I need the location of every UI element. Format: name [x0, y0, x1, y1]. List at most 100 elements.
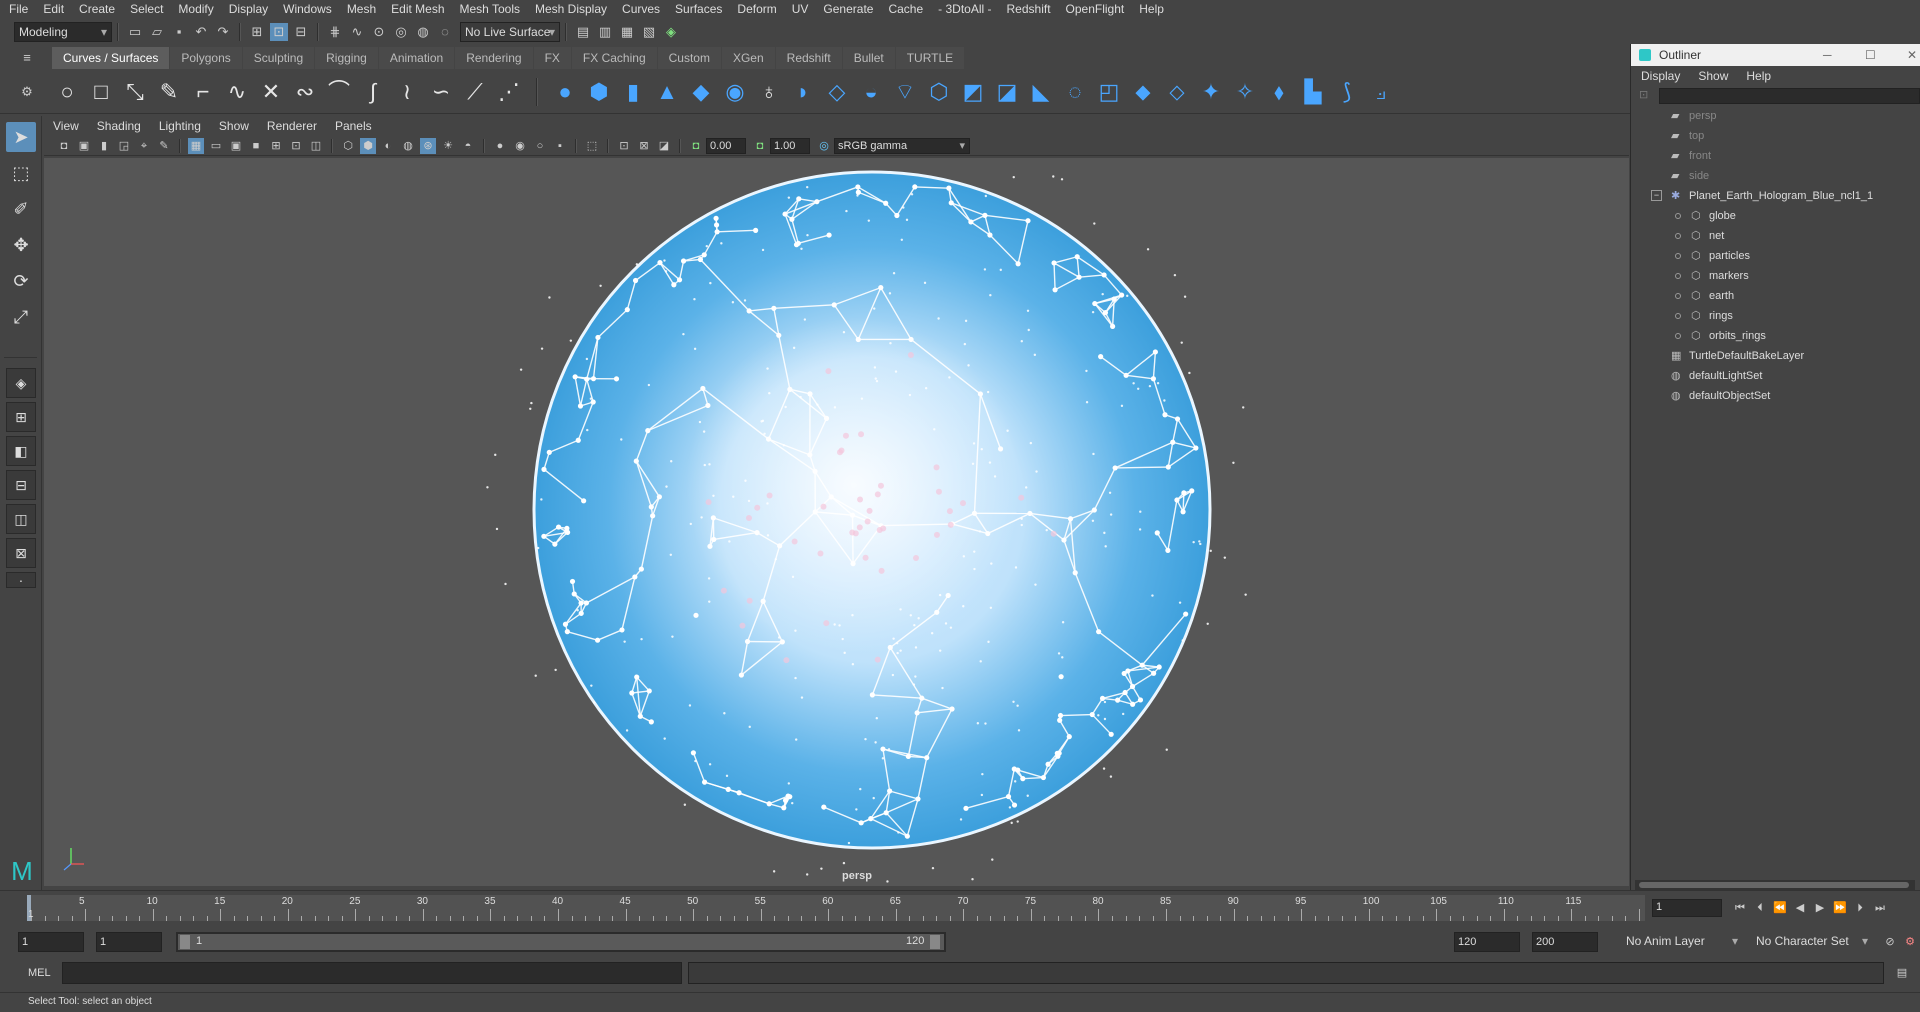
xray-active-icon[interactable]: ⊠ — [636, 138, 652, 154]
gamma-icon[interactable]: ◘ — [752, 138, 768, 154]
ambient-occlusion-icon[interactable]: ◓ — [460, 138, 476, 154]
outliner-item[interactable]: ⬡ orbits_rings — [1631, 326, 1920, 346]
nurbs-square-icon[interactable]: □ — [87, 78, 115, 106]
outliner-item[interactable]: ▰ persp — [1631, 106, 1920, 126]
nurbs-cone-icon[interactable]: ▲ — [653, 78, 681, 106]
outliner-item[interactable]: ⬡ particles — [1631, 246, 1920, 266]
color-management-icon[interactable]: ◎ — [816, 138, 832, 154]
insert-isoparms-icon[interactable]: ⬧ — [1265, 78, 1293, 106]
play-backwards-icon[interactable]: ◀ — [1792, 900, 1808, 916]
motion-blur-icon[interactable]: ● — [492, 138, 508, 154]
persp-graph-layout-icon[interactable]: ⊟ — [6, 470, 36, 500]
menu-item-mesh-tools[interactable]: Mesh Tools — [451, 0, 526, 18]
shelf-tab-redshift[interactable]: Redshift — [775, 47, 842, 69]
play-forwards-icon[interactable]: ▶ — [1812, 900, 1828, 916]
outliner-item[interactable]: ⬡ rings — [1631, 306, 1920, 326]
extrude-icon[interactable]: ◒ — [857, 78, 885, 106]
outliner-scrollbar[interactable] — [1635, 880, 1915, 890]
cv-curve-icon[interactable]: ⤡ — [121, 78, 149, 106]
menu-item-mesh-display[interactable]: Mesh Display — [526, 0, 613, 18]
2d-pan-zoom-icon[interactable]: ⌖ — [136, 138, 152, 154]
visibility-dot-icon[interactable] — [1675, 333, 1681, 339]
select-camera-icon[interactable]: ◘ — [56, 138, 72, 154]
preferences-icon[interactable]: ⚙ — [1902, 934, 1918, 950]
shelf-tab-custom[interactable]: Custom — [657, 47, 721, 69]
four-view-layout-icon[interactable]: ⊞ — [6, 402, 36, 432]
time-slider[interactable]: 5 10 15 20 25 30 35 40 45 50 55 60 65 70 75 80 85 90 95 100… — [0, 890, 1920, 924]
panel-layout-icon[interactable]: ⊠ — [6, 538, 36, 568]
anti-aliasing-icon[interactable]: ◉ — [512, 138, 528, 154]
viewport-menu-lighting[interactable]: Lighting — [150, 116, 210, 136]
playback-end-field[interactable]: 120 — [1454, 932, 1520, 952]
outliner-menu-help[interactable]: Help — [1736, 66, 1779, 86]
minimize-icon[interactable]: ─ — [1823, 44, 1832, 66]
outliner-item[interactable]: ◍ defaultObjectSet — [1631, 386, 1920, 406]
script-editor-icon[interactable]: ▤ — [1894, 965, 1910, 981]
select-component-icon[interactable]: ⊟ — [292, 23, 310, 41]
nurbs-torus-icon[interactable]: ◉ — [721, 78, 749, 106]
shelf-tab-fx-caching[interactable]: FX Caching — [571, 47, 657, 69]
colorspace-dropdown[interactable]: sRGB gamma ▾ — [834, 137, 970, 154]
menu-item-surfaces[interactable]: Surfaces — [666, 0, 728, 18]
close-icon[interactable]: ✕ — [1907, 44, 1917, 66]
command-input[interactable] — [62, 962, 682, 984]
use-all-lights-icon[interactable]: ⊛ — [420, 137, 436, 154]
hypershade-layout-icon[interactable]: ◫ — [6, 504, 36, 534]
shadows-icon[interactable]: ☀ — [440, 138, 456, 154]
bezier-curve-icon[interactable]: ✕ — [257, 78, 285, 106]
step-forward-frame-icon[interactable]: ⏵ — [1852, 900, 1868, 916]
wireframe-icon[interactable]: ⬡ — [340, 138, 356, 154]
viewport-menu-show[interactable]: Show — [210, 116, 258, 136]
detach-curves-icon[interactable]: ⌒ — [325, 78, 353, 106]
viewport-menu-shading[interactable]: Shading — [88, 116, 150, 136]
snap-curve-icon[interactable]: ∿ — [348, 23, 366, 41]
menu-item-curves[interactable]: Curves — [613, 0, 666, 18]
render-view-icon[interactable]: ▧ — [640, 23, 658, 41]
offset-curve-icon[interactable]: ∽ — [427, 78, 455, 106]
isolate-select-icon[interactable]: ⬚ — [584, 138, 600, 154]
birail-icon[interactable]: ⌔ — [891, 78, 919, 106]
menu-item-create[interactable]: Create — [70, 0, 121, 18]
snap-live-icon[interactable]: ◌ — [436, 23, 454, 41]
extend-surface-icon[interactable]: ▙ — [1299, 78, 1327, 106]
ipr-render-icon[interactable]: ▦ — [618, 23, 636, 41]
intersect-surface-icon[interactable]: ◌ — [1061, 78, 1089, 106]
detach-surfaces-icon[interactable]: ✦ — [1197, 78, 1225, 106]
render-settings-icon[interactable]: ▤ — [574, 23, 592, 41]
outliner-item[interactable]: ⬡ globe — [1631, 206, 1920, 226]
rotate-tool-icon[interactable]: ⟳ — [6, 266, 36, 296]
move-tool-icon[interactable]: ✥ — [6, 230, 36, 260]
hypershade-icon[interactable]: ◈ — [662, 23, 680, 41]
menu-item-redshift[interactable]: Redshift — [998, 0, 1057, 18]
trim-tool-icon[interactable]: ◰ — [1095, 78, 1123, 106]
save-scene-icon[interactable]: ▪ — [170, 23, 188, 41]
select-hierarchy-icon[interactable]: ⊞ — [248, 23, 266, 41]
grid-toggle-icon[interactable]: ▦ — [188, 137, 204, 154]
range-end-handle[interactable] — [930, 935, 940, 949]
scrollbar-thumb[interactable] — [1639, 882, 1909, 888]
insert-knot-icon[interactable]: ∫ — [359, 78, 387, 106]
square-surface-icon[interactable]: ◩ — [959, 78, 987, 106]
menu-item-help[interactable]: Help — [1130, 0, 1170, 18]
menu-item-modify[interactable]: Modify — [169, 0, 219, 18]
render-frame-icon[interactable]: ▥ — [596, 23, 614, 41]
sculpt-surface-icon[interactable]: ⟓ — [1367, 78, 1395, 106]
smooth-shade-icon[interactable]: ⬢ — [360, 137, 376, 154]
visibility-dot-icon[interactable] — [1675, 233, 1681, 239]
menu-item-mesh[interactable]: Mesh — [338, 0, 382, 18]
paint-select-icon[interactable]: ✐ — [6, 194, 36, 224]
undo-icon[interactable]: ↶ — [192, 23, 210, 41]
mode-dropdown[interactable]: Modeling — [14, 22, 112, 42]
timeline-ticks[interactable]: 5 10 15 20 25 30 35 40 45 50 55 60 65 70 75 80 85 90 95 100… — [27, 895, 1645, 921]
viewport-menu-view[interactable]: View — [44, 116, 88, 136]
viewport-menu-panels[interactable]: Panels — [326, 116, 381, 136]
menu-item-select[interactable]: Select — [121, 0, 169, 18]
nurbs-plane-icon[interactable]: ◆ — [687, 78, 715, 106]
gamma-field[interactable]: 1.00 — [770, 137, 810, 154]
shelf-tab-rendering[interactable]: Rendering — [455, 47, 533, 69]
visibility-dot-icon[interactable] — [1675, 273, 1681, 279]
select-tool-icon[interactable]: ➤ — [6, 122, 36, 152]
layout-options-icon[interactable]: · — [6, 572, 36, 588]
menu-item-3dtoall[interactable]: - 3DtoAll - — [929, 0, 997, 18]
playback-start-field[interactable]: 1 — [96, 932, 162, 952]
